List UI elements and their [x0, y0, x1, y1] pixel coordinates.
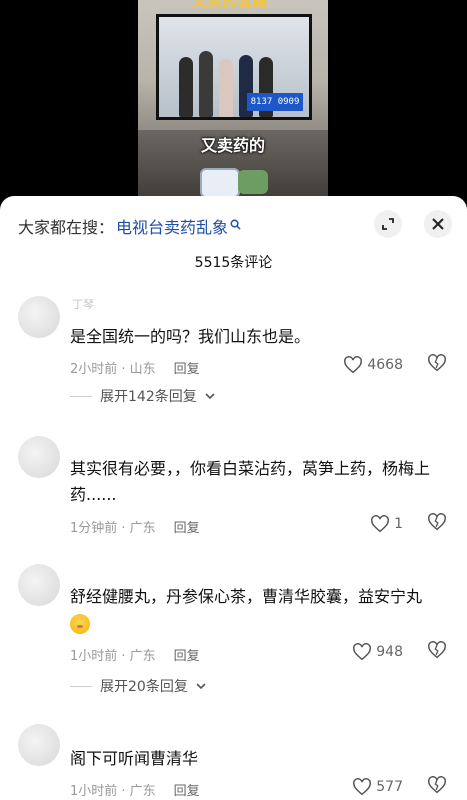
comment-meta: 2小时前 · 山东 回复 [70, 358, 200, 377]
dislike-button[interactable] [427, 776, 447, 794]
like-count: 4668 [367, 357, 403, 373]
video-player[interactable]: 8137 0909 又卖药套路 又卖药的 [0, 0, 467, 200]
comment-meta: 1小时前 · 广东 回复 [70, 780, 200, 799]
reply-button[interactable]: 回复 [174, 517, 200, 536]
like-count: 948 [376, 644, 403, 660]
heart-icon [353, 643, 372, 661]
trending-search[interactable]: 大家都在搜： 电视台卖药乱象 [18, 214, 241, 238]
avatar[interactable] [18, 296, 60, 338]
video-subtitle: 又卖药的 [200, 136, 265, 155]
expand-replies-label: 展开142条回复 [100, 389, 197, 405]
like-button[interactable]: 577 [352, 778, 403, 796]
comment-count: 5515条评论 [194, 255, 273, 271]
video-top-caption: 又卖药套路 [155, 0, 305, 8]
comment-time-location: 2小时前 · 山东 [70, 362, 156, 377]
like-count: 1 [394, 516, 403, 532]
video-frame: 8137 0909 [138, 0, 328, 200]
divider [70, 395, 92, 397]
close-icon [432, 218, 444, 230]
avatar[interactable] [18, 436, 60, 478]
like-button[interactable]: 1 [370, 515, 403, 533]
comment-text: 是全国统一的吗？我们山东也是。 [70, 327, 311, 346]
broken-heart-icon [428, 641, 446, 659]
broken-heart-icon [428, 776, 446, 794]
heart-icon [353, 778, 372, 796]
heart-icon [344, 356, 363, 374]
like-button[interactable]: 4668 [343, 356, 403, 374]
resize-icon [382, 218, 394, 230]
dislike-button[interactable] [427, 513, 447, 531]
comment-text: 其实很有必要，，你看白菜沾药，莴笋上药，杨梅上药...... [70, 459, 431, 504]
tv-screen: 8137 0909 [156, 14, 312, 120]
comment-text: 阁下可听闻曹清华 [70, 749, 199, 768]
search-icon [230, 219, 241, 233]
chevron-down-icon [205, 393, 215, 400]
expand-sheet-button[interactable] [374, 210, 402, 238]
close-button[interactable] [424, 210, 452, 238]
comment-sheet: 大家都在搜： 电视台卖药乱象 5515条评论 丁琴 是全国统一的吗？我们山东也是… [0, 196, 467, 800]
avatar[interactable] [18, 564, 60, 606]
medicine-jar [200, 168, 240, 198]
comment-text-content: 舒经健腰丸，丹参保心茶，曹清华胶囊，益安宁丸 [70, 587, 423, 606]
comment-time-location: 1小时前 · 广东 [70, 784, 156, 799]
comment-time-location: 1小时前 · 广东 [70, 649, 156, 664]
reply-button[interactable]: 回复 [174, 645, 200, 664]
avatar[interactable] [18, 724, 60, 766]
divider [70, 685, 92, 687]
comment-time-location: 1分钟前 · 广东 [70, 521, 156, 536]
search-keyword[interactable]: 电视台卖药乱象 [116, 214, 228, 238]
dislike-button[interactable] [427, 641, 447, 659]
tv-phone-number: 8137 0909 [247, 93, 303, 111]
comment-meta: 1分钟前 · 广东 回复 [70, 517, 200, 536]
expand-replies[interactable]: 展开142条回复 [70, 386, 215, 406]
flushed-face-emoji-icon [70, 613, 90, 634]
like-count: 577 [376, 779, 403, 795]
medicine-box [238, 170, 268, 194]
dislike-button[interactable] [427, 354, 447, 372]
broken-heart-icon [428, 354, 446, 372]
comment-nickname[interactable]: 丁琴 [72, 296, 94, 312]
heart-icon [371, 515, 389, 533]
reply-button[interactable]: 回复 [174, 358, 200, 377]
chevron-down-icon [196, 683, 206, 690]
comment-text: 舒经健腰丸，丹参保心茶，曹清华胶囊，益安宁丸 [70, 584, 445, 636]
like-button[interactable]: 948 [352, 643, 403, 661]
comment-meta: 1小时前 · 广东 回复 [70, 645, 200, 664]
reply-button[interactable]: 回复 [174, 780, 200, 799]
broken-heart-icon [428, 513, 446, 531]
expand-replies-label: 展开20条回复 [100, 679, 188, 695]
search-prefix: 大家都在搜： [18, 218, 115, 237]
expand-replies[interactable]: 展开20条回复 [70, 676, 206, 696]
